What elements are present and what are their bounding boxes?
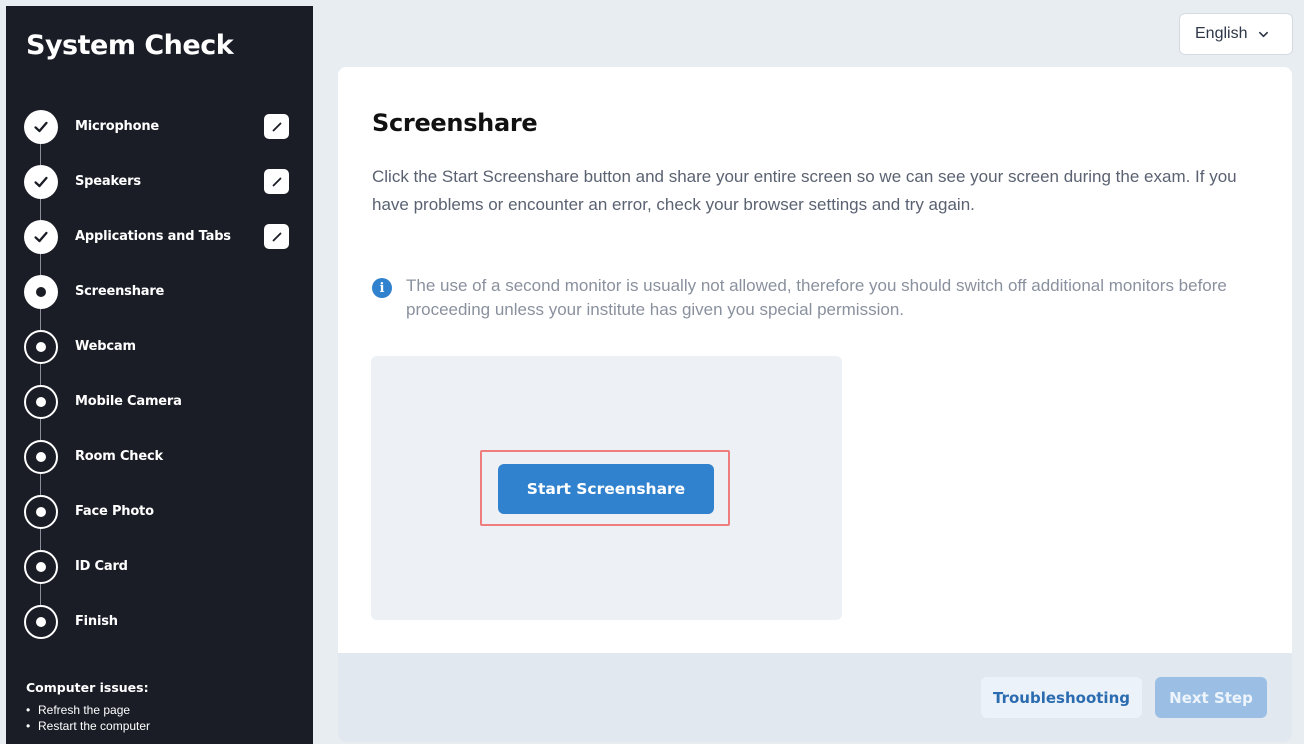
check-icon [24, 164, 58, 199]
step-mobile-camera: Mobile Camera [24, 374, 314, 440]
next-step-button[interactable]: Next Step [1155, 677, 1267, 718]
step-label: Screenshare [75, 284, 165, 299]
step-label: Speakers [75, 174, 141, 189]
step-room-check: Room Check [24, 429, 314, 495]
current-step-icon [24, 274, 58, 309]
check-icon [24, 219, 58, 254]
issue-item: Restart the computer [26, 718, 150, 734]
info-note: i The use of a second monitor is usually… [372, 274, 1252, 322]
language-select[interactable]: English [1179, 13, 1293, 55]
step-connector [40, 528, 41, 550]
step-connector [40, 418, 41, 440]
step-label: Applications and Tabs [75, 229, 231, 244]
pending-step-icon [24, 549, 58, 584]
pending-step-icon [24, 329, 58, 364]
step-list: Microphone Speakers Applications and Tabs S… [24, 99, 314, 649]
sidebar-title: System Check [26, 30, 234, 61]
issues-title: Computer issues: [26, 680, 149, 695]
pending-step-icon [24, 439, 58, 474]
step-face-photo: Face Photo [24, 484, 314, 550]
start-screenshare-button[interactable]: Start Screenshare [498, 464, 714, 514]
step-label: Finish [75, 614, 118, 629]
edit-icon[interactable] [264, 169, 289, 194]
step-label: Room Check [75, 449, 163, 464]
info-icon: i [372, 278, 392, 298]
step-id-card: ID Card [24, 539, 314, 605]
step-webcam: Webcam [24, 319, 314, 385]
computer-issues: Computer issues: Refresh the page Restar… [26, 680, 150, 734]
step-connector [40, 308, 41, 330]
step-connector [40, 143, 41, 165]
main-card: Screenshare Click the Start Screenshare … [338, 67, 1292, 742]
language-value: English [1195, 25, 1248, 42]
step-applications-and-tabs: Applications and Tabs [24, 209, 314, 275]
step-connector [40, 583, 41, 605]
edit-icon[interactable] [264, 114, 289, 139]
pending-step-icon [24, 604, 58, 639]
step-speakers: Speakers [24, 154, 314, 220]
troubleshooting-button[interactable]: Troubleshooting [981, 677, 1142, 718]
issues-list: Refresh the page Restart the computer [26, 702, 150, 734]
step-label: Webcam [75, 339, 136, 354]
step-screenshare: Screenshare [24, 264, 314, 330]
sidebar: System Check Microphone Speakers Applicati… [6, 6, 313, 744]
step-label: Microphone [75, 119, 160, 134]
step-label: ID Card [75, 559, 128, 574]
screenshare-preview-area: Start Screenshare [371, 356, 842, 620]
chevron-down-icon [1259, 31, 1269, 37]
screenshare-description: Click the Start Screenshare button and s… [372, 167, 1237, 214]
step-microphone: Microphone [24, 99, 314, 165]
step-connector [40, 473, 41, 495]
page-title: Screenshare [372, 109, 538, 137]
pending-step-icon [24, 384, 58, 419]
step-finish: Finish [24, 594, 314, 649]
issue-item: Refresh the page [26, 702, 150, 718]
pending-step-icon [24, 494, 58, 529]
step-label: Face Photo [75, 504, 154, 519]
step-connector [40, 363, 41, 385]
edit-icon[interactable] [264, 224, 289, 249]
info-text: The use of a second monitor is usually n… [406, 276, 1227, 319]
check-icon [24, 109, 58, 144]
step-connector [40, 253, 41, 275]
step-label: Mobile Camera [75, 394, 182, 409]
step-connector [40, 198, 41, 220]
card-footer: Troubleshooting Next Step [338, 653, 1292, 742]
